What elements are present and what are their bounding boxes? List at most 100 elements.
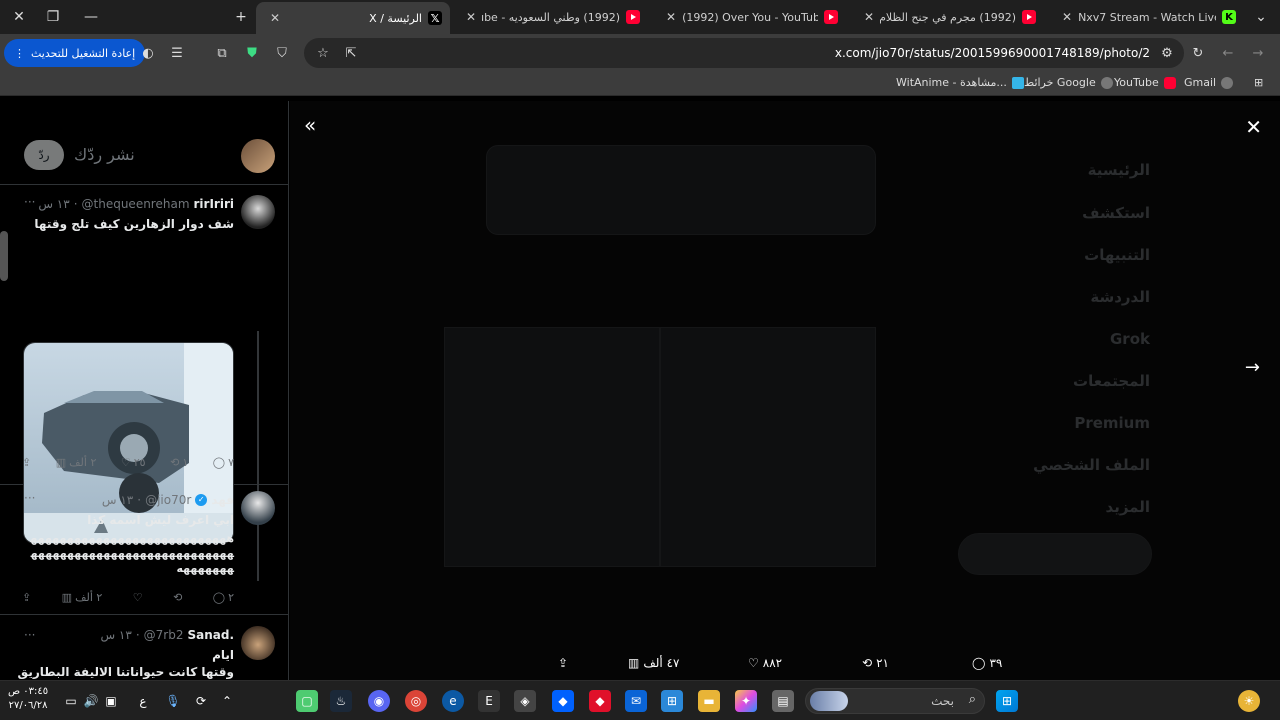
mail-icon[interactable]: ✉ (625, 690, 647, 712)
url-text: x.com/jio70r/status/2001599690001748189/… (834, 46, 1150, 60)
more-options-icon[interactable]: ··· (24, 195, 35, 209)
install-app-icon[interactable]: ⇱ (340, 42, 362, 64)
collapse-panel-icon[interactable]: « (304, 113, 316, 137)
next-photo-arrow-icon[interactable]: → (1245, 357, 1260, 378)
tweet-author-avatar[interactable] (241, 491, 275, 525)
tweet-actions: ⇪ ▥ ٢ ألف ♡ ٢٥ ⟲ ١ ◯ ٧ (22, 456, 234, 469)
like-button[interactable]: ♡ ٨٨٢ (748, 656, 782, 670)
edge-icon[interactable]: e (442, 690, 464, 712)
copilot-icon[interactable]: ✦ (735, 690, 757, 712)
dropbox-icon[interactable]: ◆ (552, 690, 574, 712)
dim-photo-left (444, 327, 660, 567)
task-view-icon[interactable]: ▤ (772, 690, 794, 712)
reply-count-button[interactable]: ◯ ٣٩ (972, 656, 1002, 670)
heart-icon: ♡ (748, 656, 759, 670)
file-explorer-icon[interactable]: ▬ (698, 690, 720, 712)
repost-button[interactable]: ⟲ (173, 591, 182, 604)
tweet-item[interactable]: Sanad. @7rb2 · ١٣ س ··· ايام وقتها كانت … (0, 618, 288, 680)
more-options-icon[interactable]: ··· (24, 491, 35, 505)
back-arrow-icon[interactable]: ← (1217, 42, 1239, 64)
comment-icon: ◯ (212, 591, 226, 604)
tweet-author-avatar[interactable] (241, 195, 275, 229)
privacy-shield-icon[interactable]: ⛉ (271, 42, 293, 64)
reply-button[interactable]: ردّ (24, 140, 64, 170)
repost-button[interactable]: ⟲ ١ (170, 456, 188, 469)
sync-icon[interactable]: ⟳ (190, 690, 212, 712)
extensions-icon[interactable]: ⧉ (211, 42, 233, 64)
new-tab-icon[interactable]: + (222, 0, 260, 34)
steam-icon[interactable]: ♨ (330, 690, 352, 712)
repost-icon: ⟲ (173, 591, 183, 604)
adblock-shield-icon[interactable]: ⛊ (241, 42, 263, 64)
app-icon-green[interactable]: ▢ (296, 690, 318, 712)
microphone-icon[interactable]: 🎙 (162, 690, 184, 712)
tweet-author-avatar[interactable] (241, 626, 275, 660)
tab-youtube-over-you[interactable]: ✕ (1992) Over You - YouTube (652, 0, 846, 34)
tray-overflow-chevron-icon[interactable]: ⌃ (216, 690, 238, 712)
conversation-panel: نشر ردّك ردّ rirIriri @thequeenreham · ١… (0, 101, 289, 680)
discord-icon[interactable]: ◉ (368, 690, 390, 712)
views-count[interactable]: ▥ ٢ ألف (56, 456, 97, 469)
forward-arrow-icon[interactable]: → (1247, 42, 1269, 64)
restore-window-icon[interactable]: ❐ (34, 0, 72, 34)
bookmark-youtube[interactable]: YouTube (1114, 76, 1176, 89)
app-icon-gray[interactable]: ◈ (514, 690, 536, 712)
taskbar-search[interactable]: بحث ⌕ (805, 688, 985, 714)
my-avatar[interactable] (241, 139, 275, 173)
share-icon[interactable]: ⇪ (22, 591, 31, 604)
widgets-icon[interactable]: ☀ (1238, 690, 1260, 712)
tab-x-home[interactable]: ✕ الرئيسة / X 𝕏 (256, 2, 450, 34)
input-language[interactable]: ع (132, 690, 154, 712)
apps-grid-icon[interactable]: ⊞ (1254, 76, 1263, 89)
globe-icon (1221, 76, 1234, 89)
repost-icon: ⟲ (862, 656, 873, 670)
reading-list-icon[interactable]: ☰ (166, 42, 188, 64)
more-options-icon[interactable]: ··· (24, 628, 35, 642)
site-settings-icon[interactable]: ⚙ (1156, 42, 1178, 64)
views-count[interactable]: ▥ ٢ ألف (62, 591, 103, 604)
reply-count-button[interactable]: ◯ ٧ (213, 456, 234, 469)
tab-search-chevron-icon[interactable]: ⌄ (1244, 0, 1278, 34)
bookmark-witanime[interactable]: WitAnime - مشاهدة... (896, 76, 1024, 89)
epic-games-icon[interactable]: E (478, 690, 500, 712)
tweet-item[interactable]: فهد ✓ @jio70r · ١٣ س ··· ابي اعرف ليش اس… (0, 485, 288, 615)
views-icon: ▥ (55, 456, 67, 469)
volume-icon[interactable]: 🔊 (80, 690, 102, 712)
tab-youtube-watani[interactable]: ✕ (1992) وطني السعوديه - YouTube (452, 0, 648, 34)
start-windows-icon[interactable]: ⊞ (996, 690, 1018, 712)
repost-button[interactable]: ⟲ ٢١ (862, 656, 889, 670)
share-icon[interactable]: ⇪ (22, 456, 31, 469)
views-count[interactable]: ▥ ٤٧ ألف (628, 656, 679, 670)
close-window-icon[interactable]: ✕ (0, 0, 38, 34)
update-button[interactable]: إعادة التشغيل للتحديث ⋮ (4, 39, 146, 67)
system-clock[interactable]: ٠٣:٤٥ ص ٢٧/٠٦/٢٨ (8, 685, 48, 713)
close-tab-icon[interactable]: ✕ (466, 10, 476, 24)
store-icon[interactable]: ⊞ (661, 690, 683, 712)
like-button[interactable]: ♡ ٢٥ (121, 456, 146, 469)
menu-dots-icon: ⋮ (14, 46, 25, 60)
network-icon[interactable]: ▣ (100, 690, 122, 712)
extension-avatar-icon[interactable]: ◐ (137, 42, 159, 64)
tab-youtube-mujrim[interactable]: ✕ (1992) مجرم في جنح الظلام | يو (850, 0, 1044, 34)
like-button[interactable]: ♡ (133, 591, 143, 604)
reload-icon[interactable]: ↻ (1187, 42, 1209, 64)
share-icon[interactable]: ⇪ (558, 656, 568, 670)
bookmark-star-icon[interactable]: ☆ (312, 42, 334, 64)
reply-composer: نشر ردّك ردّ (0, 111, 288, 185)
close-tab-icon[interactable]: ✕ (666, 10, 676, 24)
close-tab-icon[interactable]: ✕ (864, 10, 874, 24)
viewer-actions: ⇪ ▥ ٤٧ ألف ♡ ٨٨٢ ⟲ ٢١ ◯ ٣٩ (558, 651, 1280, 675)
reply-input[interactable]: نشر ردّك (74, 145, 135, 164)
app-icon-red[interactable]: ◆ (589, 690, 611, 712)
tab-kick-stream[interactable]: ✕ Nxv7 Stream - Watch Live on Ki K (1048, 0, 1244, 34)
close-tab-icon[interactable]: ✕ (270, 11, 280, 25)
bookmark-gmail[interactable]: Gmail (1184, 76, 1234, 89)
minimize-window-icon[interactable]: — (72, 0, 110, 34)
battery-icon[interactable]: ▭ (60, 690, 82, 712)
close-tab-icon[interactable]: ✕ (1062, 10, 1072, 24)
bookmark-google-maps[interactable]: خرائط Google (1024, 76, 1113, 89)
close-icon[interactable]: ✕ (1245, 115, 1262, 139)
reply-count-button[interactable]: ◯ ٢ (213, 591, 234, 604)
address-bar[interactable]: ☆ ⇱ x.com/jio70r/status/2001599690001748… (304, 38, 1184, 68)
chrome-icon[interactable]: ◎ (405, 690, 427, 712)
